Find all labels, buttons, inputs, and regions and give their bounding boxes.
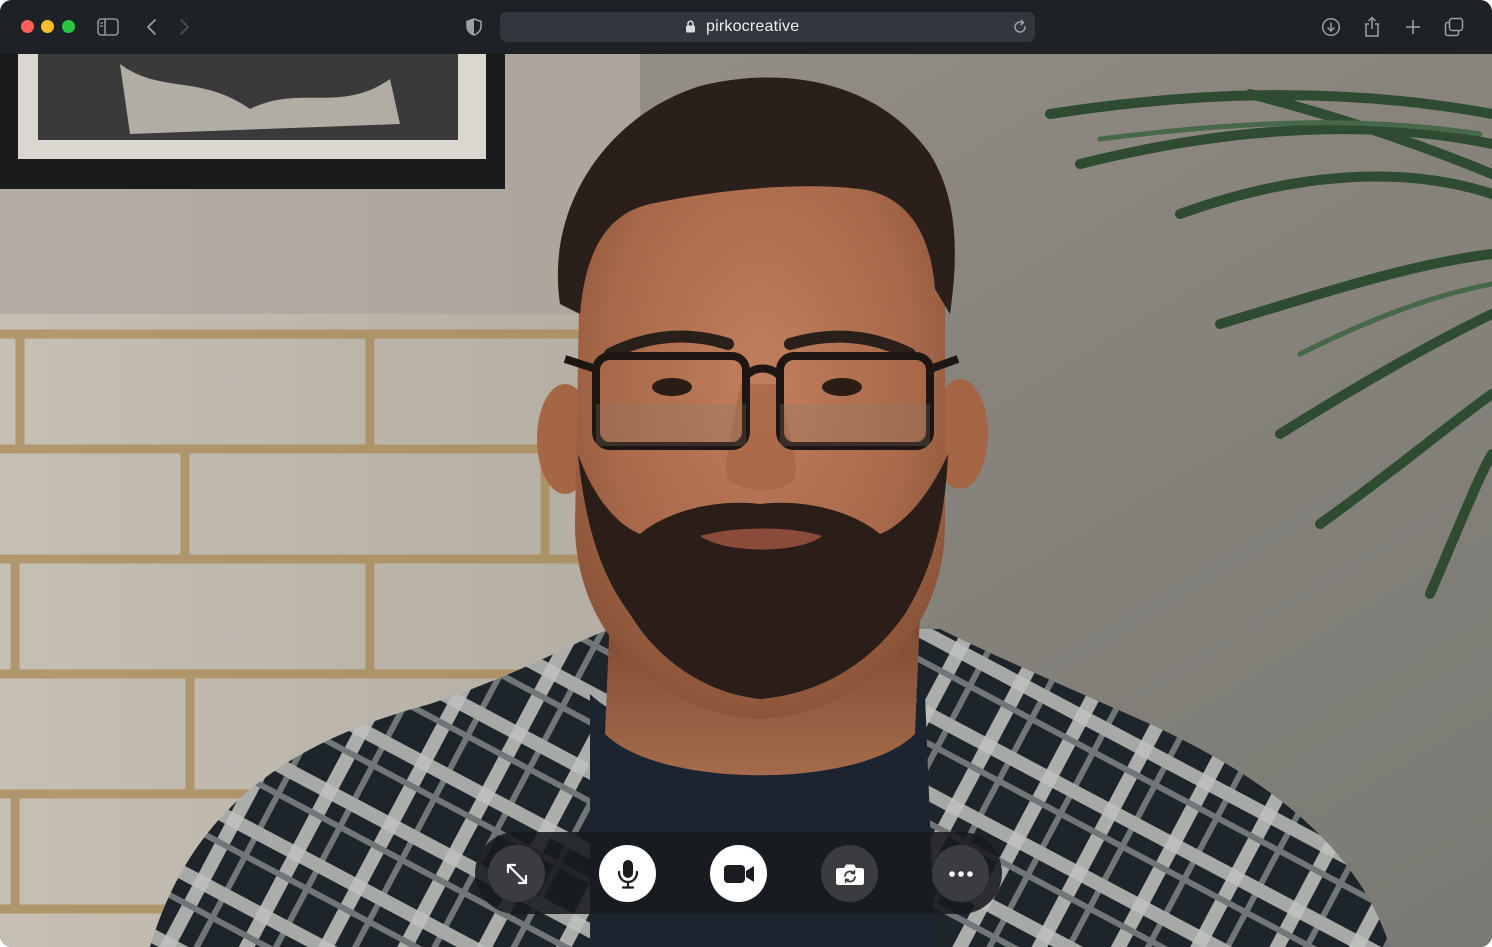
video-camera-icon (723, 864, 754, 883)
more-icon (948, 870, 973, 877)
share-icon[interactable] (1358, 13, 1386, 41)
switch-camera-button[interactable] (821, 845, 878, 902)
close-window-button[interactable] (21, 20, 34, 33)
new-tab-icon[interactable] (1399, 13, 1427, 41)
call-controls-bar (475, 832, 1002, 914)
microphone-button[interactable] (599, 845, 656, 902)
lock-icon (686, 20, 695, 33)
more-options-button[interactable] (932, 845, 989, 902)
camera-switch-icon (835, 864, 864, 885)
download-icon[interactable] (1317, 13, 1345, 41)
shield-icon[interactable] (460, 13, 488, 41)
fullscreen-button[interactable] (488, 845, 545, 902)
back-icon[interactable] (138, 13, 166, 41)
browser-window: pirkocreative (0, 0, 1492, 947)
tabs-overview-icon[interactable] (1440, 13, 1468, 41)
minimize-window-button[interactable] (41, 20, 54, 33)
video-feed (0, 54, 1492, 947)
microphone-icon (617, 859, 638, 889)
sidebar-icon[interactable] (94, 13, 122, 41)
browser-toolbar: pirkocreative (0, 0, 1492, 55)
expand-icon (506, 863, 527, 884)
camera-toggle-button[interactable] (710, 845, 767, 902)
remote-participant-video (0, 54, 1492, 947)
maximize-window-button[interactable] (62, 20, 75, 33)
url-text: pirkocreative (706, 18, 800, 35)
address-bar[interactable]: pirkocreative (500, 12, 1035, 42)
reload-icon[interactable] (1011, 18, 1029, 36)
forward-icon[interactable] (170, 13, 198, 41)
